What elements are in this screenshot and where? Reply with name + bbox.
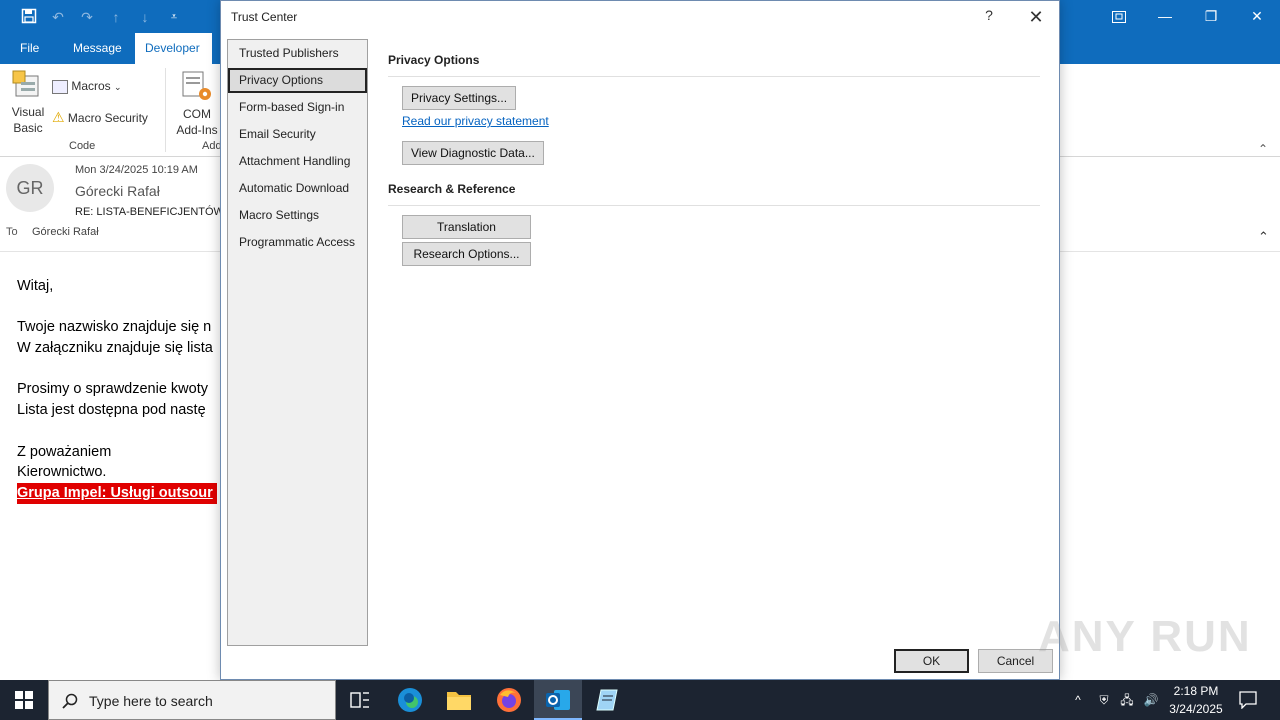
notepad-taskbar-button[interactable] — [583, 680, 631, 720]
firefox-taskbar-button[interactable] — [485, 680, 533, 720]
body-line: Witaj, — [17, 278, 54, 294]
taskbar-search-box[interactable]: Type here to search — [48, 680, 336, 720]
notification-icon — [1239, 691, 1257, 710]
minimize-icon[interactable]: — — [1142, 0, 1188, 33]
translation-options-button[interactable]: Translation Options... — [402, 215, 531, 256]
nav-form-based-sign-in[interactable]: Form-based Sign-in — [228, 95, 367, 120]
notifications-button[interactable] — [1236, 680, 1260, 720]
collapse-header-icon[interactable]: ⌃ — [1258, 229, 1269, 245]
macros-button[interactable]: Macros ⌄ — [52, 78, 122, 95]
nav-privacy-options[interactable]: Privacy Options — [228, 68, 367, 93]
research-options-button[interactable]: Research Options... — [402, 242, 531, 266]
com-addins-button[interactable]: COM Add-Ins — [174, 70, 220, 138]
task-view-button[interactable] — [336, 680, 384, 720]
section-divider — [388, 205, 1040, 206]
mail-body: Witaj, Twoje nazwisko znajduje się n W z… — [17, 276, 217, 504]
macros-label: Macros — [71, 79, 111, 93]
start-button[interactable] — [0, 680, 48, 720]
section-divider — [388, 76, 1040, 77]
visual-basic-label: Visual Basic — [11, 105, 45, 135]
search-placeholder: Type here to search — [89, 693, 213, 709]
privacy-settings-button[interactable]: Privacy Settings... — [402, 86, 517, 110]
com-label: COM — [183, 107, 211, 121]
visual-basic-button[interactable]: Visual Basic — [8, 70, 48, 136]
volume-icon[interactable]: 🔊 — [1140, 680, 1162, 720]
mail-sender[interactable]: Górecki Rafał — [75, 183, 160, 199]
outlook-icon — [546, 690, 570, 710]
maximize-icon[interactable]: ❐ — [1188, 0, 1234, 33]
search-icon — [62, 693, 78, 709]
help-icon[interactable]: ? — [977, 7, 1001, 27]
com-addins-icon — [182, 71, 211, 100]
macro-security-label: Macro Security — [67, 111, 148, 125]
chevron-down-icon: ⌄ — [114, 82, 122, 92]
body-line: W załączniku znajduje się lista — [17, 340, 213, 357]
body-line: Kierownictwo. — [17, 464, 107, 481]
body-line: Twoje nazwisko znajduje się n — [17, 319, 212, 336]
warning-icon: ⚠ — [52, 109, 65, 125]
nav-trusted-publishers[interactable]: Trusted Publishers — [228, 41, 367, 66]
collapse-ribbon-icon[interactable]: ⌃ — [1258, 142, 1268, 156]
body-red-link[interactable]: Grupa Impel: Usługi outsour — [17, 482, 217, 504]
avatar: GR — [6, 164, 54, 212]
show-hidden-icons[interactable]: ^ — [1068, 680, 1088, 720]
ribbon-separator — [165, 68, 166, 152]
undo-icon[interactable]: ↶ — [49, 8, 67, 26]
folder-icon — [447, 692, 471, 710]
tab-file[interactable]: File — [10, 33, 49, 64]
tab-message[interactable]: Message — [63, 33, 132, 64]
body-line: Prosimy o sprawdzenie kwoty — [17, 381, 208, 398]
trust-center-nav: Trusted Publishers Privacy Options Form-… — [227, 39, 368, 646]
security-tray-icon[interactable]: ⛨ — [1094, 680, 1114, 720]
outlook-taskbar-button[interactable] — [534, 680, 582, 720]
clock-date[interactable]: 3/24/2025 — [1160, 702, 1232, 716]
nav-programmatic-access[interactable]: Programmatic Access — [228, 230, 367, 255]
nav-automatic-download[interactable]: Automatic Download — [228, 176, 367, 201]
to-recipient[interactable]: Górecki Rafał — [32, 226, 99, 238]
taskbar: Type here to search ^ ⛨ 🖧 🔊 2:18 PM 3/24… — [0, 680, 1280, 720]
code-group-label: Code — [69, 140, 96, 152]
tab-developer[interactable]: Developer — [135, 33, 212, 64]
ok-button[interactable]: OK — [894, 649, 969, 673]
nav-email-security[interactable]: Email Security — [228, 122, 367, 147]
visual-basic-icon — [12, 70, 39, 97]
file-explorer-taskbar-button[interactable] — [435, 680, 483, 720]
addins-group-label: Add — [202, 140, 222, 152]
notepad-icon — [596, 689, 618, 711]
view-diagnostic-data-button[interactable]: View Diagnostic Data... — [402, 141, 544, 165]
arrow-down-icon[interactable]: ↓ — [136, 8, 154, 26]
task-view-icon — [350, 692, 369, 708]
network-icon[interactable]: 🖧 — [1116, 680, 1138, 720]
customize-toolbar-icon[interactable]: ⩡ — [165, 8, 183, 26]
to-label: To — [6, 226, 18, 238]
body-line: Z poważaniem — [17, 443, 112, 460]
nav-attachment-handling[interactable]: Attachment Handling — [228, 149, 367, 174]
redo-icon[interactable]: ↷ — [78, 8, 96, 26]
anyrun-watermark: ANY RUN — [1038, 612, 1252, 661]
firefox-icon — [497, 688, 521, 712]
body-line: Lista jest dostępna pod nastę — [17, 402, 206, 419]
edge-icon — [398, 688, 422, 712]
close-window-icon[interactable]: ✕ — [1234, 0, 1280, 33]
clock-time[interactable]: 2:18 PM — [1160, 684, 1232, 698]
arrow-up-icon[interactable]: ↑ — [107, 8, 125, 26]
privacy-options-heading: Privacy Options — [388, 53, 480, 67]
macros-icon — [52, 79, 68, 94]
nav-macro-settings[interactable]: Macro Settings — [228, 203, 367, 228]
trust-center-dialog: Trust Center ? ✕ Trusted Publishers Priv… — [220, 0, 1060, 680]
mail-subject: RE: LISTA-BENEFICJENTÓW — [75, 206, 224, 218]
windows-icon — [15, 691, 33, 709]
edge-taskbar-button[interactable] — [386, 680, 434, 720]
save-icon[interactable] — [20, 8, 38, 26]
dialog-title: Trust Center — [231, 10, 298, 24]
privacy-statement-link[interactable]: Read our privacy statement — [402, 114, 549, 128]
research-reference-heading: Research & Reference — [388, 182, 516, 196]
addins-label: Add-Ins — [176, 123, 218, 137]
restore-ribbon-icon[interactable] — [1096, 0, 1142, 33]
mail-date: Mon 3/24/2025 10:19 AM — [75, 164, 198, 176]
close-icon[interactable]: ✕ — [1021, 5, 1051, 29]
macro-security-button[interactable]: ⚠ Macro Security — [52, 109, 148, 126]
